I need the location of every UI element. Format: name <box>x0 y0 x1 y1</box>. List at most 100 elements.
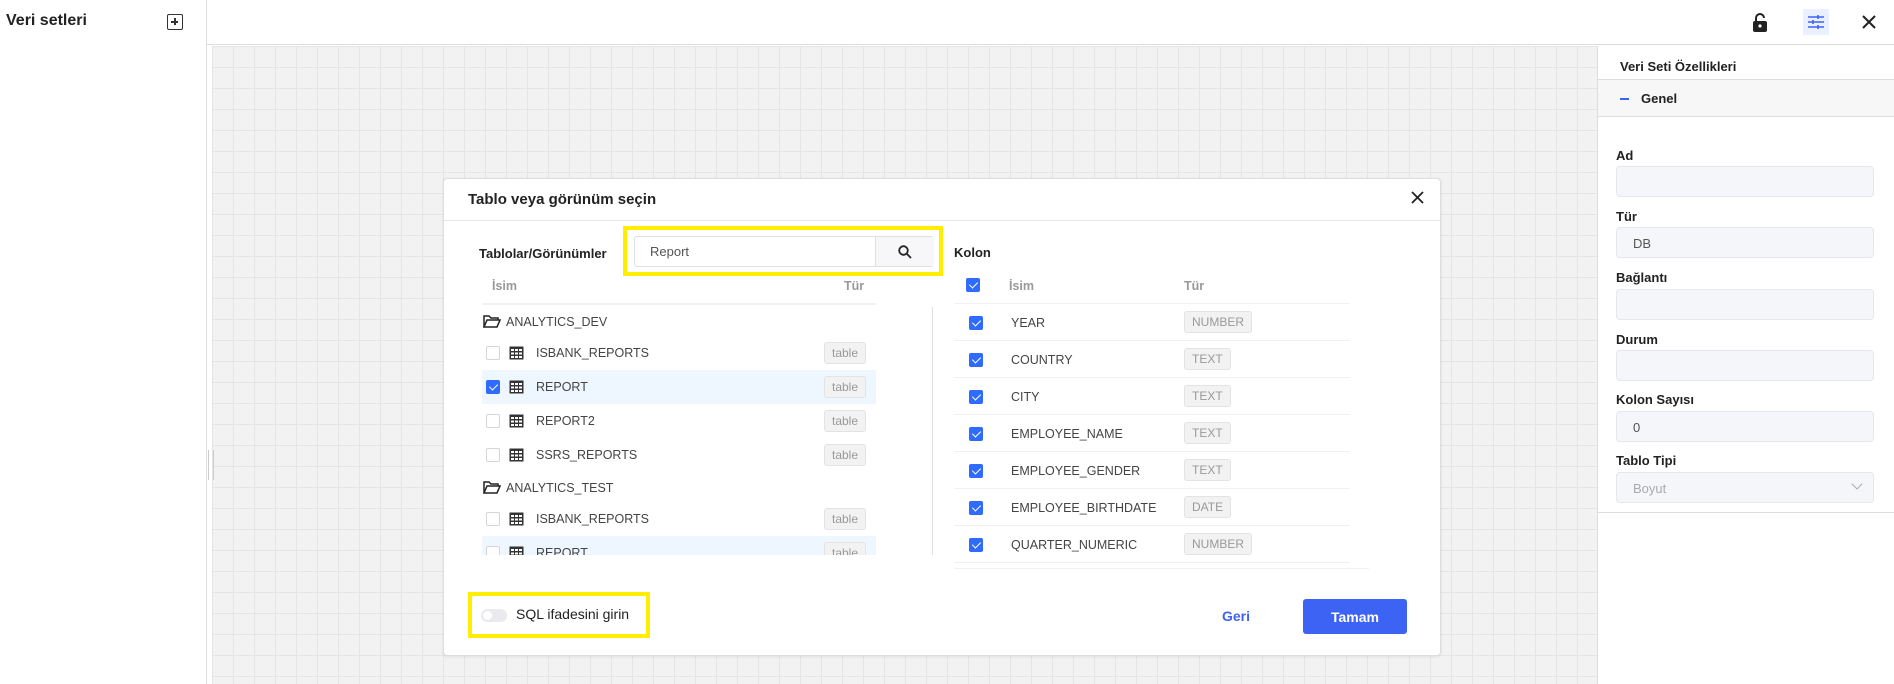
column-checkbox[interactable] <box>969 464 983 478</box>
field-label: Durum <box>1616 332 1658 347</box>
properties-panel: Veri Seti Özellikleri Genel Ad Tür DB Ba… <box>1597 46 1894 684</box>
table-icon <box>509 546 524 555</box>
divider <box>932 307 933 555</box>
group-row[interactable]: ANALYTICS_DEV <box>482 306 876 336</box>
table-name: SSRS_REPORTS <box>536 448 638 462</box>
search-box <box>634 236 934 267</box>
table-row[interactable]: ISBANK_REPORTS table <box>482 336 876 370</box>
table-checkbox[interactable] <box>486 448 500 462</box>
left-header-type: Tür <box>844 279 865 293</box>
column-name: COUNTRY <box>1011 353 1073 367</box>
column-row[interactable]: COUNTRY TEXT <box>954 341 1350 378</box>
add-dataset-icon[interactable] <box>167 14 183 30</box>
column-row[interactable]: CITY TEXT <box>954 378 1350 415</box>
column-type-tag: DATE <box>1184 496 1232 518</box>
section-title: Genel <box>1641 91 1678 106</box>
column-name: QUARTER_NUMERIC <box>1011 538 1138 552</box>
folder-icon <box>482 481 502 499</box>
column-row[interactable]: EMPLOYEE_BIRTHDATE DATE <box>954 489 1350 526</box>
select-table-dialog: Tablo veya görünüm seçin Tablolar/Görünü… <box>443 178 1441 656</box>
table-icon <box>509 448 524 467</box>
column-checkbox[interactable] <box>969 390 983 404</box>
column-type-tag: NUMBER <box>1184 533 1253 555</box>
table-type-select[interactable]: Boyut <box>1616 472 1874 503</box>
column-type-tag: TEXT <box>1184 459 1231 481</box>
connection-field[interactable] <box>1616 289 1874 320</box>
column-checkbox[interactable] <box>969 353 983 367</box>
status-field[interactable] <box>1616 350 1874 381</box>
table-list: ANALYTICS_DEV ISBANK_REPORTS table REPOR… <box>482 306 878 555</box>
divider <box>954 568 1369 569</box>
divider <box>1598 512 1894 513</box>
sql-toggle-label: SQL ifadesini girin <box>516 606 630 622</box>
column-row[interactable]: EMPLOYEE_NAME TEXT <box>954 415 1350 452</box>
column-checkbox[interactable] <box>969 501 983 515</box>
table-checkbox[interactable] <box>486 346 500 360</box>
table-icon <box>509 380 524 399</box>
table-checkbox[interactable] <box>486 546 500 555</box>
ok-button[interactable]: Tamam <box>1303 599 1407 634</box>
select-all-checkbox[interactable] <box>966 278 980 292</box>
folder-icon <box>482 315 502 333</box>
table-type-tag: table <box>824 410 867 432</box>
section-genel[interactable]: Genel <box>1598 79 1894 117</box>
lock-open-icon[interactable] <box>1747 9 1773 35</box>
column-type-tag: TEXT <box>1184 348 1231 370</box>
sliders-icon[interactable] <box>1803 9 1829 35</box>
column-name: EMPLOYEE_BIRTHDATE <box>1011 501 1157 515</box>
search-button[interactable] <box>875 237 934 266</box>
group-name: ANALYTICS_TEST <box>506 481 614 495</box>
table-icon <box>509 512 524 531</box>
column-row[interactable]: EMPLOYEE_GENDER TEXT <box>954 452 1350 489</box>
column-row[interactable]: YEAR NUMBER <box>954 304 1350 341</box>
col-header-type: Tür <box>1184 279 1205 293</box>
close-icon[interactable] <box>1411 191 1424 209</box>
column-row[interactable]: QUARTER_NUMERIC NUMBER <box>954 526 1350 563</box>
column-type-tag: TEXT <box>1184 422 1231 444</box>
dialog-title: Tablo veya görünüm seçin <box>468 191 657 208</box>
column-checkbox[interactable] <box>969 427 983 441</box>
back-button[interactable]: Geri <box>1222 608 1250 624</box>
sidebar-title: Veri setleri <box>6 12 87 29</box>
table-icon <box>509 414 524 433</box>
column-type-tag: TEXT <box>1184 385 1231 407</box>
column-count-field[interactable]: 0 <box>1616 411 1874 442</box>
column-name: EMPLOYEE_GENDER <box>1011 464 1141 478</box>
table-checkbox[interactable] <box>486 414 500 428</box>
table-name: ISBANK_REPORTS <box>536 346 650 360</box>
column-checkbox[interactable] <box>969 538 983 552</box>
column-name: CITY <box>1011 390 1040 404</box>
column-type-tag: NUMBER <box>1184 311 1253 333</box>
table-icon <box>509 346 524 365</box>
table-row[interactable]: REPORT table <box>482 536 876 555</box>
type-field[interactable]: DB <box>1616 227 1874 258</box>
sql-toggle[interactable] <box>481 609 507 622</box>
search-input[interactable] <box>635 237 875 266</box>
table-row[interactable]: ISBANK_REPORTS table <box>482 502 876 536</box>
table-checkbox[interactable] <box>486 380 500 394</box>
close-icon[interactable] <box>1856 9 1882 35</box>
divider <box>444 220 1440 221</box>
table-row[interactable]: SSRS_REPORTS table <box>482 438 876 472</box>
col-header-name: İsim <box>1009 279 1035 293</box>
table-row[interactable]: REPORT table <box>482 370 876 404</box>
table-type-tag: table <box>824 376 867 398</box>
group-row[interactable]: ANALYTICS_TEST <box>482 472 876 502</box>
name-field[interactable] <box>1616 166 1874 197</box>
resize-handle[interactable] <box>208 450 214 480</box>
table-type-tag: table <box>824 444 867 466</box>
search-icon <box>898 244 912 259</box>
column-list: YEAR NUMBER COUNTRY TEXT CITY TEXT EMPLO… <box>954 304 1369 574</box>
collapse-icon <box>1620 98 1629 100</box>
top-bar <box>0 0 1894 45</box>
table-row[interactable]: REPORT2 table <box>482 404 876 438</box>
field-label: Bağlantı <box>1616 270 1668 285</box>
table-name: ISBANK_REPORTS <box>536 512 650 526</box>
table-type-value: Boyut <box>1633 481 1667 496</box>
datasets-sidebar: Veri setleri <box>0 0 207 684</box>
panel-title: Veri Seti Özellikleri <box>1620 59 1737 74</box>
table-checkbox[interactable] <box>486 512 500 526</box>
column-checkbox[interactable] <box>969 316 983 330</box>
left-header-name: İsim <box>492 279 518 293</box>
chevron-down-icon <box>1851 478 1863 490</box>
